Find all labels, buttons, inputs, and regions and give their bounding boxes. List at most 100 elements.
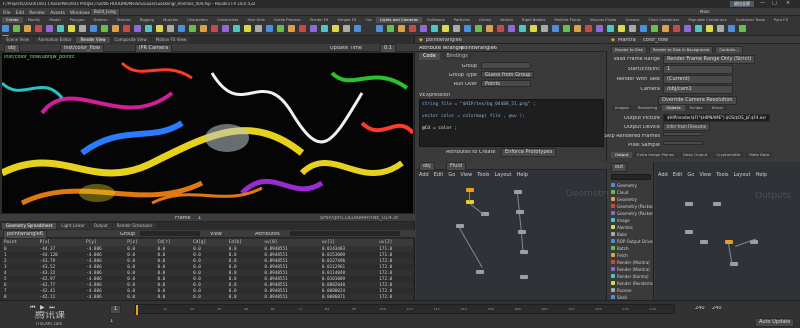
network-menu-item[interactable]: Layout xyxy=(734,172,751,178)
tab-menu-search[interactable] xyxy=(611,174,651,180)
shelf-tool-icon[interactable] xyxy=(585,25,592,32)
column-header[interactable]: Cd[g] xyxy=(191,239,227,246)
shelf-tab[interactable]: Particle Fluids xyxy=(550,17,585,23)
network-menu-item[interactable]: Tools xyxy=(477,172,489,178)
shelf-tool-icon[interactable] xyxy=(57,25,64,32)
shelf-tool-icon[interactable] xyxy=(706,25,713,32)
enforce-prototypes-checkbox[interactable]: Enforce Prototypes xyxy=(501,148,557,157)
column-header[interactable]: uv[2] xyxy=(377,239,413,246)
shelf-tool-icon[interactable] xyxy=(530,25,537,32)
column-header[interactable]: Cd[r] xyxy=(155,239,192,246)
shelf-tool-icon[interactable] xyxy=(475,25,482,32)
wrangle-field-value[interactable]: Points xyxy=(481,80,531,87)
shelf-tool-icon[interactable] xyxy=(596,25,603,32)
shelf-tool-icon[interactable] xyxy=(563,25,570,32)
shelf-tab[interactable]: Oceans xyxy=(621,17,644,23)
tab-menu-item[interactable]: Fetch xyxy=(611,252,653,259)
shelf-tool-icon[interactable] xyxy=(200,25,207,32)
tab-code[interactable]: Code xyxy=(419,53,440,60)
render-canvas[interactable]: inst/color_flow/ubhjw_pointc xyxy=(2,53,413,213)
shelf-tool-icon[interactable] xyxy=(189,25,196,32)
shelf-tool-icon[interactable] xyxy=(453,25,460,32)
rop-sub-value[interactable] xyxy=(663,132,703,136)
shelf-tab[interactable]: Vellum xyxy=(496,17,517,23)
rop-node[interactable] xyxy=(685,202,693,206)
viewport-tab[interactable]: Animation Editor xyxy=(33,37,76,43)
shelf-tool-icon[interactable] xyxy=(673,25,680,32)
tab-menu-item[interactable]: Image xyxy=(611,217,653,224)
shelf-tab[interactable]: Muscles xyxy=(158,17,183,23)
shelf-tool-icon[interactable] xyxy=(552,25,559,32)
shelf-tab[interactable]: Cloud FX xyxy=(361,17,372,23)
auto-update-select[interactable]: Auto Update xyxy=(755,318,795,327)
shelf-tab[interactable]: Sparse Pyro FX xyxy=(793,17,796,23)
tab-menu-item[interactable]: Batch xyxy=(611,245,653,252)
shelf-tab[interactable]: Modify xyxy=(23,17,45,23)
play-icon[interactable]: ▶ xyxy=(40,304,45,311)
rop-tab[interactable]: Scripts xyxy=(685,105,707,111)
network-menu-item[interactable]: Layout xyxy=(495,172,512,178)
column-header[interactable]: P[y] xyxy=(84,239,126,246)
shelf-tool-icon[interactable] xyxy=(508,25,515,32)
shelf-tool-icon[interactable] xyxy=(2,25,9,32)
shelf-tab[interactable]: Deform xyxy=(89,17,112,23)
tab-menu-item[interactable]: Render (Mantra) xyxy=(611,266,653,273)
shelf-tool-icon[interactable] xyxy=(145,25,152,32)
rop-render-button[interactable]: Render to Disk in Background xyxy=(648,46,714,53)
rop-sub-value[interactable]: Infer from Filename xyxy=(663,123,711,131)
rop-render-button[interactable]: Controls... xyxy=(715,46,743,53)
wrangle-field-value[interactable] xyxy=(481,62,531,69)
shelf-tab[interactable]: Container Tools xyxy=(731,17,769,23)
shelf-tool-icon[interactable] xyxy=(486,25,493,32)
shelf-tool-icon[interactable] xyxy=(420,25,427,32)
rop-tab[interactable]: Images xyxy=(611,105,633,111)
shelf-tool-icon[interactable] xyxy=(277,25,284,32)
tab-menu-item[interactable]: Rscene xyxy=(611,287,653,294)
shelf-tool-icon[interactable] xyxy=(387,25,394,32)
network-menu-item[interactable]: Go xyxy=(448,172,455,178)
viewport-tab[interactable]: Render View xyxy=(76,37,110,43)
shelf-tool-icon[interactable] xyxy=(134,25,141,32)
shelf-tab[interactable]: Rigid Bodies xyxy=(517,17,550,23)
zoom-field[interactable]: 0.1 xyxy=(380,44,396,53)
shelf-tab[interactable]: Fluid Containers xyxy=(644,17,684,23)
attributes-field[interactable] xyxy=(290,231,400,236)
rop-tab[interactable]: Driver xyxy=(707,105,728,111)
shelf-tool-icon[interactable] xyxy=(123,25,130,32)
shelf-tool-icon[interactable] xyxy=(717,25,724,32)
viewport-tab[interactable]: Motion FX View xyxy=(151,37,191,43)
network-right-path[interactable]: out xyxy=(611,163,628,172)
camera-select[interactable]: IPR Camera xyxy=(135,44,173,53)
tab-menu-item[interactable]: Render (Mantra) xyxy=(611,259,653,266)
shelf-tab[interactable]: Grains xyxy=(474,17,496,23)
shelf-tool-icon[interactable] xyxy=(519,25,526,32)
shelf-tool-icon[interactable] xyxy=(684,25,691,32)
rop-render-button[interactable]: Render to Disk xyxy=(611,46,647,53)
tab-bindings[interactable]: Bindings xyxy=(442,53,472,60)
shelf-tab[interactable]: Constraints xyxy=(212,17,243,23)
shelf-tool-icon[interactable] xyxy=(739,25,746,32)
spreadsheet-node[interactable]: pointwrangle6 xyxy=(3,230,47,239)
shelf-tool-icon[interactable] xyxy=(398,25,405,32)
viewport-tab[interactable]: Scene View xyxy=(2,37,33,43)
shelf-tool-icon[interactable] xyxy=(35,25,42,32)
shelf-tool-icon[interactable] xyxy=(574,25,581,32)
shelf-tool-icon[interactable] xyxy=(497,25,504,32)
network-menu-item[interactable]: Edit xyxy=(673,172,683,178)
tab-menu-item[interactable]: Geometry (Packed) xyxy=(611,203,653,210)
shelf-tool-icon[interactable] xyxy=(640,25,647,32)
shelf-tool-icon[interactable] xyxy=(332,25,339,32)
shelf-tool-icon[interactable] xyxy=(244,25,251,32)
shelf-tool-icon[interactable] xyxy=(24,25,31,32)
shelf-tool-icon[interactable] xyxy=(409,25,416,32)
network-menu-item[interactable]: Help xyxy=(756,172,767,178)
shelf-tool-icon[interactable] xyxy=(310,25,317,32)
shelf-tab[interactable]: Characters xyxy=(183,17,212,23)
spreadsheet-tab[interactable]: Output xyxy=(89,223,112,229)
current-frame-field[interactable]: 1 xyxy=(110,305,122,314)
go-end-icon[interactable]: ⏭ xyxy=(49,304,54,311)
shelf-tool-icon[interactable] xyxy=(266,25,273,32)
shelf-tool-icon[interactable] xyxy=(211,25,218,32)
rop-output-tab[interactable]: Deep Output xyxy=(678,152,712,158)
shelf-tool-icon[interactable] xyxy=(651,25,658,32)
